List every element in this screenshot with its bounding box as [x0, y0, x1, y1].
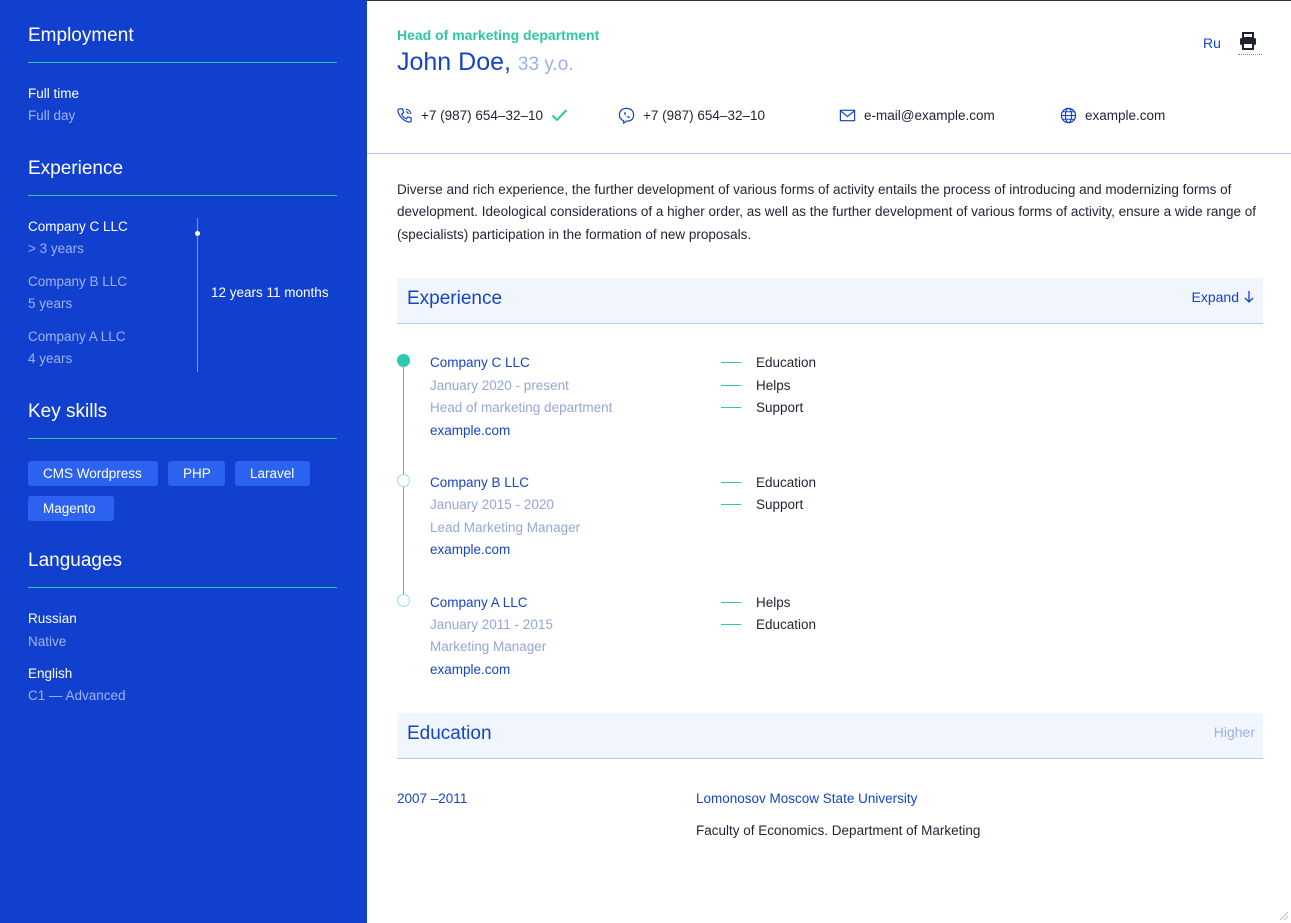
responsibility-dash — [721, 407, 741, 408]
sidebar-exp-duration: > 3 years — [28, 241, 84, 256]
experience-total: 12 years 11 months — [211, 285, 329, 300]
responsibility-label: Support — [756, 400, 804, 415]
responsibility-label: Helps — [756, 378, 791, 393]
language-name: English — [28, 666, 73, 681]
resize-grip-icon[interactable] — [1279, 911, 1289, 921]
job-company: Company B LLC — [430, 475, 530, 490]
responsibility-dash — [721, 624, 741, 625]
education-institution-link[interactable]: Lomonosov Moscow State University — [696, 791, 917, 806]
employment-heading: Employment — [28, 25, 134, 46]
print-button[interactable] — [1238, 31, 1262, 55]
timeline-dot — [397, 594, 410, 607]
responsibility-label: Education — [756, 355, 817, 370]
language-level: Native — [28, 634, 67, 649]
experience-timeline-line — [197, 218, 198, 372]
employment-schedule: Full day — [28, 108, 76, 123]
job-position: Head of marketing department — [397, 27, 600, 43]
candidate-name: John Doe, 33 y.o. — [397, 48, 574, 77]
languages-divider — [28, 587, 337, 588]
sidebar-experience-heading: Experience — [28, 158, 124, 179]
language-level: C1 — Advanced — [28, 688, 126, 703]
header-divider — [367, 153, 1291, 154]
education-level: Higher — [1213, 724, 1255, 740]
expand-button[interactable]: Expand — [1192, 289, 1255, 305]
timeline-dot-current — [397, 354, 410, 367]
job-link[interactable]: example.com — [430, 662, 510, 677]
job-responsibility: Helps — [721, 595, 791, 610]
job-period: January 2015 - 2020 — [430, 497, 554, 512]
languages-heading: Languages — [28, 550, 123, 571]
timeline-dot — [397, 474, 410, 487]
job-period: January 2011 - 2015 — [430, 617, 553, 632]
contact-viber-value: +7 (987) 654–32–10 — [643, 107, 765, 123]
job-responsibility: Education — [721, 355, 816, 370]
employment-type: Full time — [28, 86, 80, 101]
candidate-name-text: John Doe, — [397, 48, 511, 76]
contact-website-value: example.com — [1085, 107, 1166, 123]
job-role: Head of marketing department — [430, 400, 613, 415]
skills-divider — [28, 438, 337, 439]
education-faculty: Faculty of Economics. Department of Mark… — [696, 823, 981, 838]
responsibility-dash — [721, 602, 741, 603]
responsibility-dash — [721, 504, 741, 505]
contact-website[interactable]: example.com — [1060, 105, 1165, 125]
responsibility-label: Support — [756, 497, 804, 512]
sidebar-exp-duration: 4 years — [28, 351, 73, 366]
contact-phone-value: +7 (987) 654–32–10 — [421, 107, 543, 123]
experience-timeline-marker — [195, 231, 200, 236]
skill-chip: CMS Wordpress — [28, 461, 158, 486]
responsibility-label: Helps — [756, 595, 791, 610]
summary-text: Diverse and rich experience, the further… — [397, 182, 1256, 242]
responsibility-dash — [721, 362, 741, 363]
responsibility-label: Education — [756, 617, 817, 632]
contact-email[interactable]: e-mail@example.com — [839, 105, 995, 125]
contact-viber[interactable]: +7 (987) 654–32–10 — [618, 105, 765, 125]
education-section-title: Education — [407, 723, 492, 744]
sidebar-exp-company: Company B LLC — [28, 274, 128, 289]
arrow-down-icon — [1244, 291, 1254, 303]
experience-divider — [28, 195, 337, 196]
job-responsibility: Support — [721, 400, 803, 415]
job-responsibility: Helps — [721, 378, 791, 393]
printer-icon — [1240, 32, 1256, 50]
experience-section-header: Experience Expand — [397, 278, 1263, 324]
responsibility-dash — [721, 482, 741, 483]
expand-label: Expand — [1191, 289, 1239, 305]
verified-check-icon — [551, 109, 568, 122]
resume-main: Head of marketing department John Doe, 3… — [367, 0, 1291, 923]
language-switch-button[interactable]: Ru — [1203, 35, 1221, 51]
education-years: 2007 –2011 — [397, 791, 468, 806]
job-company: Company C LLC — [430, 355, 530, 370]
skill-chip: PHP — [168, 461, 225, 486]
job-period: January 2020 - present — [430, 378, 569, 393]
language-name: Russian — [28, 611, 77, 626]
experience-section-title: Experience — [407, 288, 503, 309]
contact-phone[interactable]: +7 (987) 654–32–10 — [396, 105, 568, 125]
job-company: Company A LLC — [430, 595, 528, 610]
viber-icon — [618, 107, 635, 124]
skills-heading: Key skills — [28, 401, 108, 422]
education-section-header: Education Higher — [397, 713, 1263, 759]
sidebar-exp-company: Company C LLC — [28, 219, 128, 234]
job-responsibility: Education — [721, 475, 816, 490]
sidebar: Employment Full time Full day Experience… — [0, 0, 367, 923]
job-role: Marketing Manager — [430, 639, 547, 654]
candidate-age: 33 y.o. — [517, 54, 574, 75]
job-responsibility: Education — [721, 617, 816, 632]
sidebar-exp-duration: 5 years — [28, 296, 73, 311]
contact-email-value: e-mail@example.com — [864, 107, 995, 123]
job-link[interactable]: example.com — [430, 423, 510, 438]
job-responsibility: Support — [721, 497, 803, 512]
job-link[interactable]: example.com — [430, 542, 510, 557]
sidebar-exp-company: Company A LLC — [28, 329, 126, 344]
skill-chip: Magento — [28, 496, 114, 521]
responsibility-dash — [721, 385, 741, 386]
globe-icon — [1060, 107, 1077, 123]
phone-icon — [397, 107, 412, 123]
responsibility-label: Education — [756, 475, 817, 490]
mail-icon — [839, 109, 856, 121]
job-role: Lead Marketing Manager — [430, 520, 581, 535]
employment-divider — [28, 62, 337, 63]
skill-chip: Laravel — [235, 461, 310, 486]
